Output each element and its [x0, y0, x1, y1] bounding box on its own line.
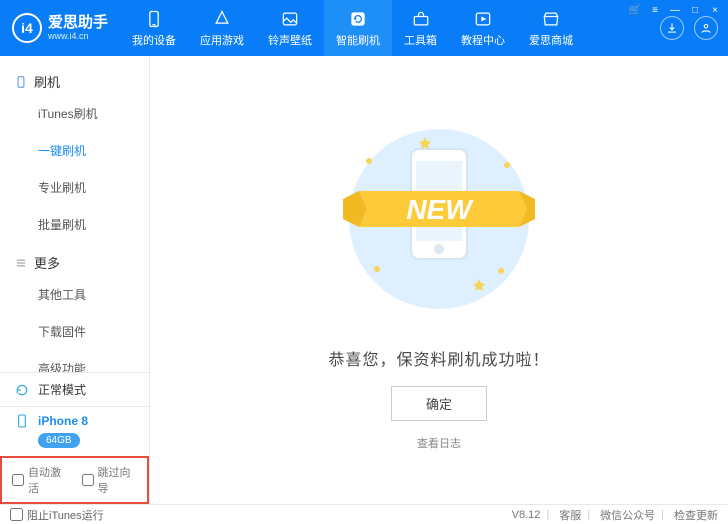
status-support[interactable]: 客服: [559, 507, 581, 523]
device-selector[interactable]: iPhone 8: [0, 407, 149, 431]
sidebar: 刷机 iTunes刷机 一键刷机 专业刷机 批量刷机 更多 其他工具 下载固件 …: [0, 56, 150, 504]
success-message: 恭喜您，保资料刷机成功啦！: [328, 346, 549, 370]
sidebar-item-pro-flash[interactable]: 专业刷机: [0, 169, 149, 206]
tab-tutorial-center[interactable]: 教程中心: [449, 0, 517, 56]
skip-wizard-checkbox[interactable]: 跳过向导: [82, 464, 138, 496]
success-illustration: NEW: [329, 119, 549, 322]
refresh-icon: [14, 382, 30, 398]
window-controls: 🛒 ≡ — □ ×: [622, 0, 728, 18]
sidebar-item-itunes-flash[interactable]: iTunes刷机: [0, 95, 149, 132]
sidebar-item-other-tools[interactable]: 其他工具: [0, 276, 149, 313]
titlebar: i4 爱思助手 www.i4.cn 我的设备 应用游戏 铃声壁纸 智能刷机 工具…: [0, 0, 728, 56]
app-url: www.i4.cn: [48, 31, 108, 41]
storage-badge: 64GB: [38, 433, 80, 448]
phone-icon: [144, 9, 164, 29]
status-wechat[interactable]: 微信公众号: [600, 507, 655, 523]
logo-icon: i4: [12, 13, 42, 43]
sidebar-item-batch-flash[interactable]: 批量刷机: [0, 206, 149, 243]
tab-apps-games[interactable]: 应用游戏: [188, 0, 256, 56]
confirm-button[interactable]: 确定: [391, 386, 487, 421]
statusbar: 阻止iTunes运行 V8.12 | 客服 | 微信公众号 | 检查更新: [0, 504, 728, 524]
tab-ringtones-wallpapers[interactable]: 铃声壁纸: [256, 0, 324, 56]
close-button[interactable]: ×: [708, 3, 722, 17]
version-label: V8.12: [512, 509, 541, 521]
store-icon: [541, 9, 561, 29]
play-icon: [473, 9, 493, 29]
options-highlight: 自动激活 跳过向导: [0, 456, 149, 504]
toolbox-icon: [411, 9, 431, 29]
download-button[interactable]: [660, 16, 684, 40]
sidebar-item-oneclick-flash[interactable]: 一键刷机: [0, 132, 149, 169]
svg-text:NEW: NEW: [406, 194, 474, 225]
view-log-link[interactable]: 查看日志: [417, 435, 461, 451]
appstore-icon: [212, 9, 232, 29]
refresh-icon: [348, 9, 368, 29]
user-button[interactable]: [694, 16, 718, 40]
cart-icon[interactable]: 🛒: [628, 3, 642, 17]
sidebar-item-download-firmware[interactable]: 下载固件: [0, 313, 149, 350]
main-content: NEW 恭喜您，保资料刷机成功啦！ 确定 查看日志: [150, 56, 728, 504]
auto-activate-checkbox[interactable]: 自动激活: [12, 464, 68, 496]
menu-icon[interactable]: ≡: [648, 3, 662, 17]
phone-icon: [14, 75, 28, 89]
sidebar-item-advanced[interactable]: 高级功能: [0, 350, 149, 372]
phone-icon: [14, 413, 30, 429]
minimize-button[interactable]: —: [668, 3, 682, 17]
app-title: 爱思助手: [48, 14, 108, 31]
app-logo: i4 爱思助手 www.i4.cn: [0, 0, 120, 56]
tab-smart-flash[interactable]: 智能刷机: [324, 0, 392, 56]
maximize-button[interactable]: □: [688, 3, 702, 17]
tab-store[interactable]: 爱思商城: [517, 0, 585, 56]
status-update[interactable]: 检查更新: [674, 507, 718, 523]
sidebar-group-more: 更多: [0, 243, 149, 276]
tab-my-device[interactable]: 我的设备: [120, 0, 188, 56]
main-tabs: 我的设备 应用游戏 铃声壁纸 智能刷机 工具箱 教程中心 爱思商城: [120, 0, 660, 56]
image-icon: [280, 9, 300, 29]
mode-selector[interactable]: 正常模式: [0, 373, 149, 407]
sidebar-group-flash: 刷机: [0, 62, 149, 95]
tab-toolbox[interactable]: 工具箱: [392, 0, 449, 56]
list-icon: [14, 256, 28, 270]
block-itunes-checkbox[interactable]: 阻止iTunes运行: [10, 507, 104, 523]
